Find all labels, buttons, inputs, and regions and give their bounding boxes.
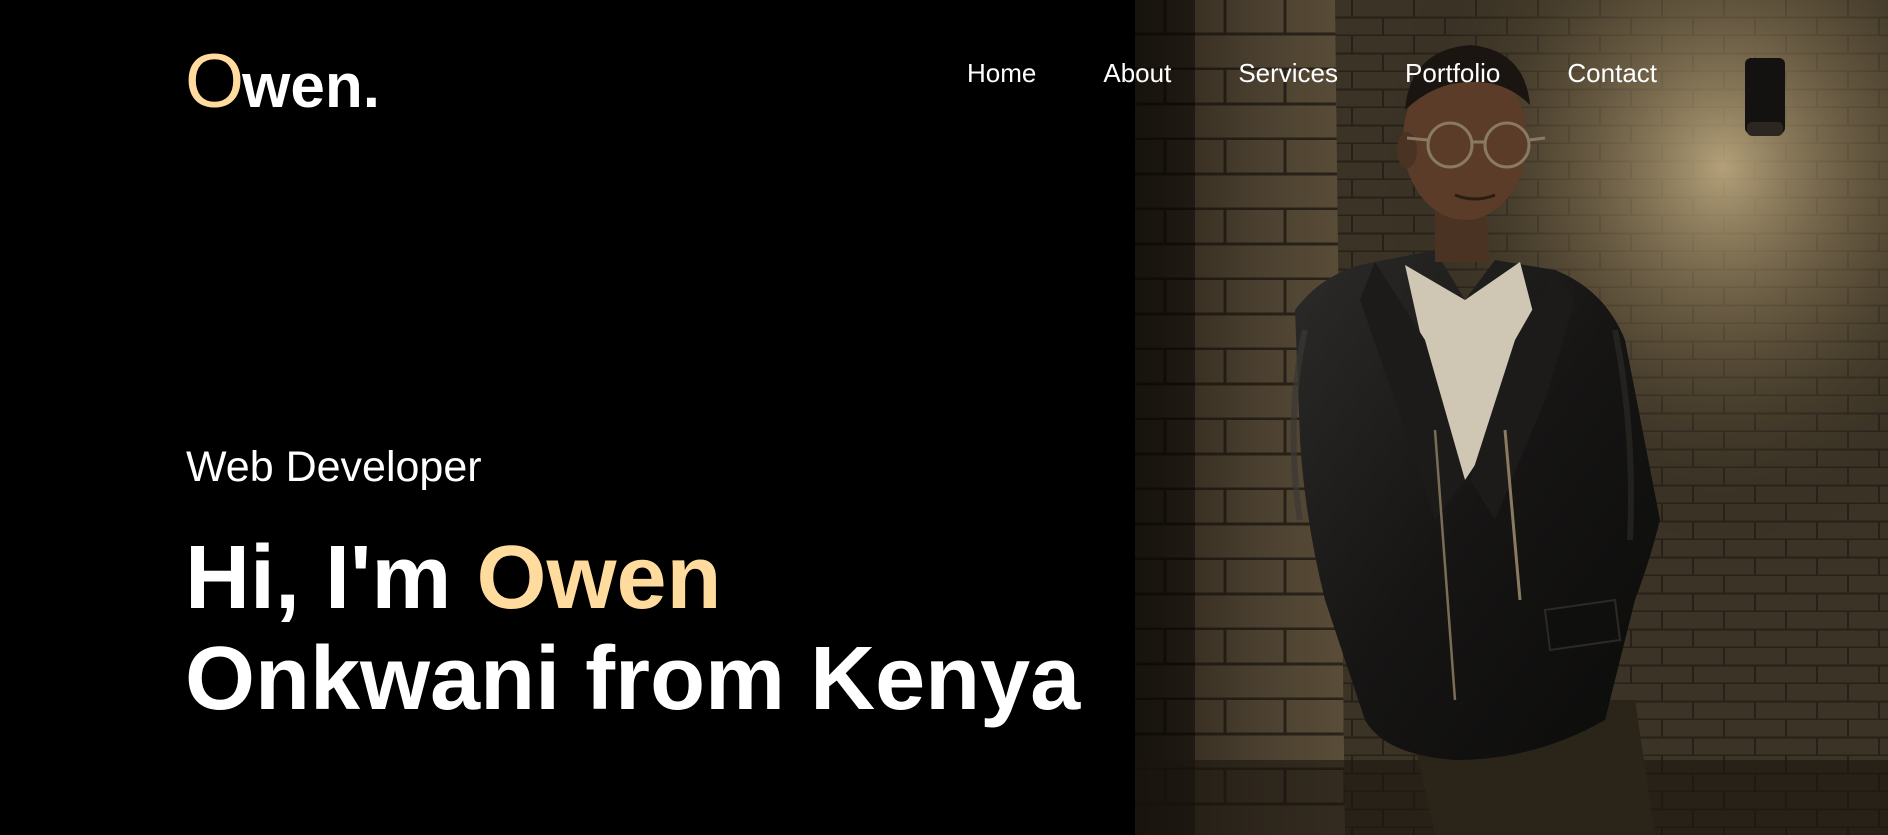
nav-link-about[interactable]: About [1103, 58, 1171, 89]
nav-link-services[interactable]: Services [1238, 58, 1338, 89]
hero-photo [1135, 0, 1888, 835]
nav-link-portfolio[interactable]: Portfolio [1405, 58, 1500, 89]
logo[interactable]: O wen. [185, 40, 380, 120]
logo-initial: O [185, 39, 245, 124]
nav-link-home[interactable]: Home [967, 58, 1036, 89]
page: O wen. Home About Services Portfolio Con… [0, 0, 1888, 835]
hero-title-greeting: Hi, I'm [185, 528, 452, 628]
nav-link-contact[interactable]: Contact [1567, 58, 1657, 89]
hero-title-line2: Onkwani from Kenya [185, 629, 1081, 729]
logo-text: wen. [242, 52, 380, 121]
hero-subtitle: Web Developer [186, 443, 482, 491]
hero-title: Hi, I'm Owen Onkwani from Kenya [185, 528, 1080, 730]
hero-title-name: Owen [476, 528, 722, 628]
main-nav: Home About Services Portfolio Contact [967, 58, 1657, 89]
